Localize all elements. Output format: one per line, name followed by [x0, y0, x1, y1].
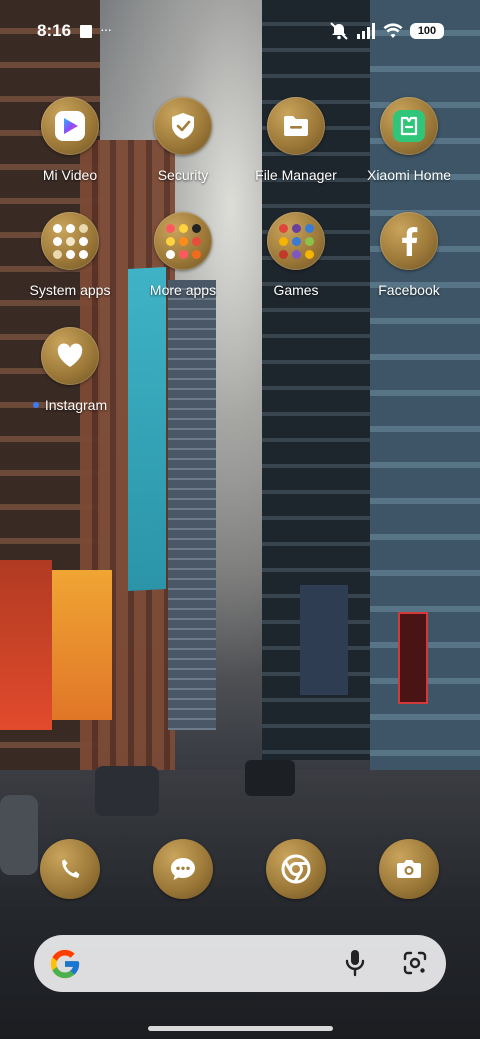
shield-check-icon[interactable] [154, 97, 212, 155]
folder-grid-icon[interactable] [41, 212, 99, 270]
xiaomi-home-icon[interactable] [380, 97, 438, 155]
camera-icon[interactable] [379, 839, 439, 899]
status-bar: 8:16 ··· 100 [0, 0, 480, 64]
app-label-text: Instagram [44, 397, 108, 413]
wallpaper-street [0, 770, 480, 1039]
facebook-icon[interactable] [380, 212, 438, 270]
messages-icon[interactable] [153, 839, 213, 899]
battery-icon: 100 [410, 23, 444, 39]
app-label: More apps [149, 282, 217, 298]
silent-mode-icon [330, 22, 348, 40]
heart-icon[interactable] [41, 327, 99, 385]
app-label: Games [273, 282, 319, 298]
dock-phone[interactable] [40, 839, 100, 899]
new-install-indicator [32, 402, 39, 409]
app-label: System apps [29, 282, 111, 298]
mi-video-icon[interactable] [41, 97, 99, 155]
app-mi-video[interactable]: Mi Video [15, 97, 125, 183]
wallpaper-car [0, 795, 38, 875]
app-label: Facebook [378, 282, 440, 298]
app-label: Xiaomi Home [366, 167, 452, 183]
wallpaper-car [245, 760, 295, 796]
search-input[interactable] [94, 943, 338, 985]
wifi-icon [383, 23, 403, 38]
signal-icon [357, 23, 375, 39]
google-g-icon [50, 949, 80, 979]
dock-camera[interactable] [379, 839, 439, 899]
microphone-icon[interactable] [344, 949, 366, 977]
folder-icon[interactable] [267, 97, 325, 155]
home-gesture-bar[interactable] [148, 1026, 333, 1031]
phone-icon[interactable] [40, 839, 100, 899]
folder-more-apps[interactable]: More apps [128, 212, 238, 298]
wallpaper-building [168, 280, 216, 730]
google-search-bar[interactable] [34, 935, 446, 992]
folder-system-apps[interactable]: System apps [15, 212, 125, 298]
app-label: File Manager [255, 167, 337, 183]
wallpaper-billboard [128, 267, 166, 591]
wallpaper-billboard [0, 560, 52, 730]
app-xiaomi-home[interactable]: Xiaomi Home [354, 97, 464, 183]
chrome-icon[interactable] [266, 839, 326, 899]
status-icons: 100 [329, 22, 444, 40]
dock-chrome[interactable] [266, 839, 326, 899]
folder-games[interactable]: Games [241, 212, 351, 298]
notification-icon [80, 25, 92, 38]
wallpaper-billboard [50, 570, 112, 720]
folder-grid-icon[interactable] [267, 212, 325, 270]
app-security[interactable]: Security [128, 97, 238, 183]
status-time: 8:16 [37, 21, 72, 40]
folder-grid-icon[interactable] [154, 212, 212, 270]
wallpaper-billboard [300, 585, 348, 695]
app-label: Security [157, 167, 209, 183]
more-notifications-indicator: ··· [100, 21, 112, 37]
app-file-manager[interactable]: File Manager [241, 97, 351, 183]
app-label: Mi Video [42, 167, 98, 183]
google-lens-icon[interactable] [402, 950, 428, 976]
app-label: Instagram [15, 397, 125, 413]
dock-messages[interactable] [153, 839, 213, 899]
app-facebook[interactable]: Facebook [354, 212, 464, 298]
app-instagram[interactable]: Instagram [15, 327, 125, 413]
wallpaper-car [95, 766, 159, 816]
wallpaper-sign [398, 612, 428, 704]
